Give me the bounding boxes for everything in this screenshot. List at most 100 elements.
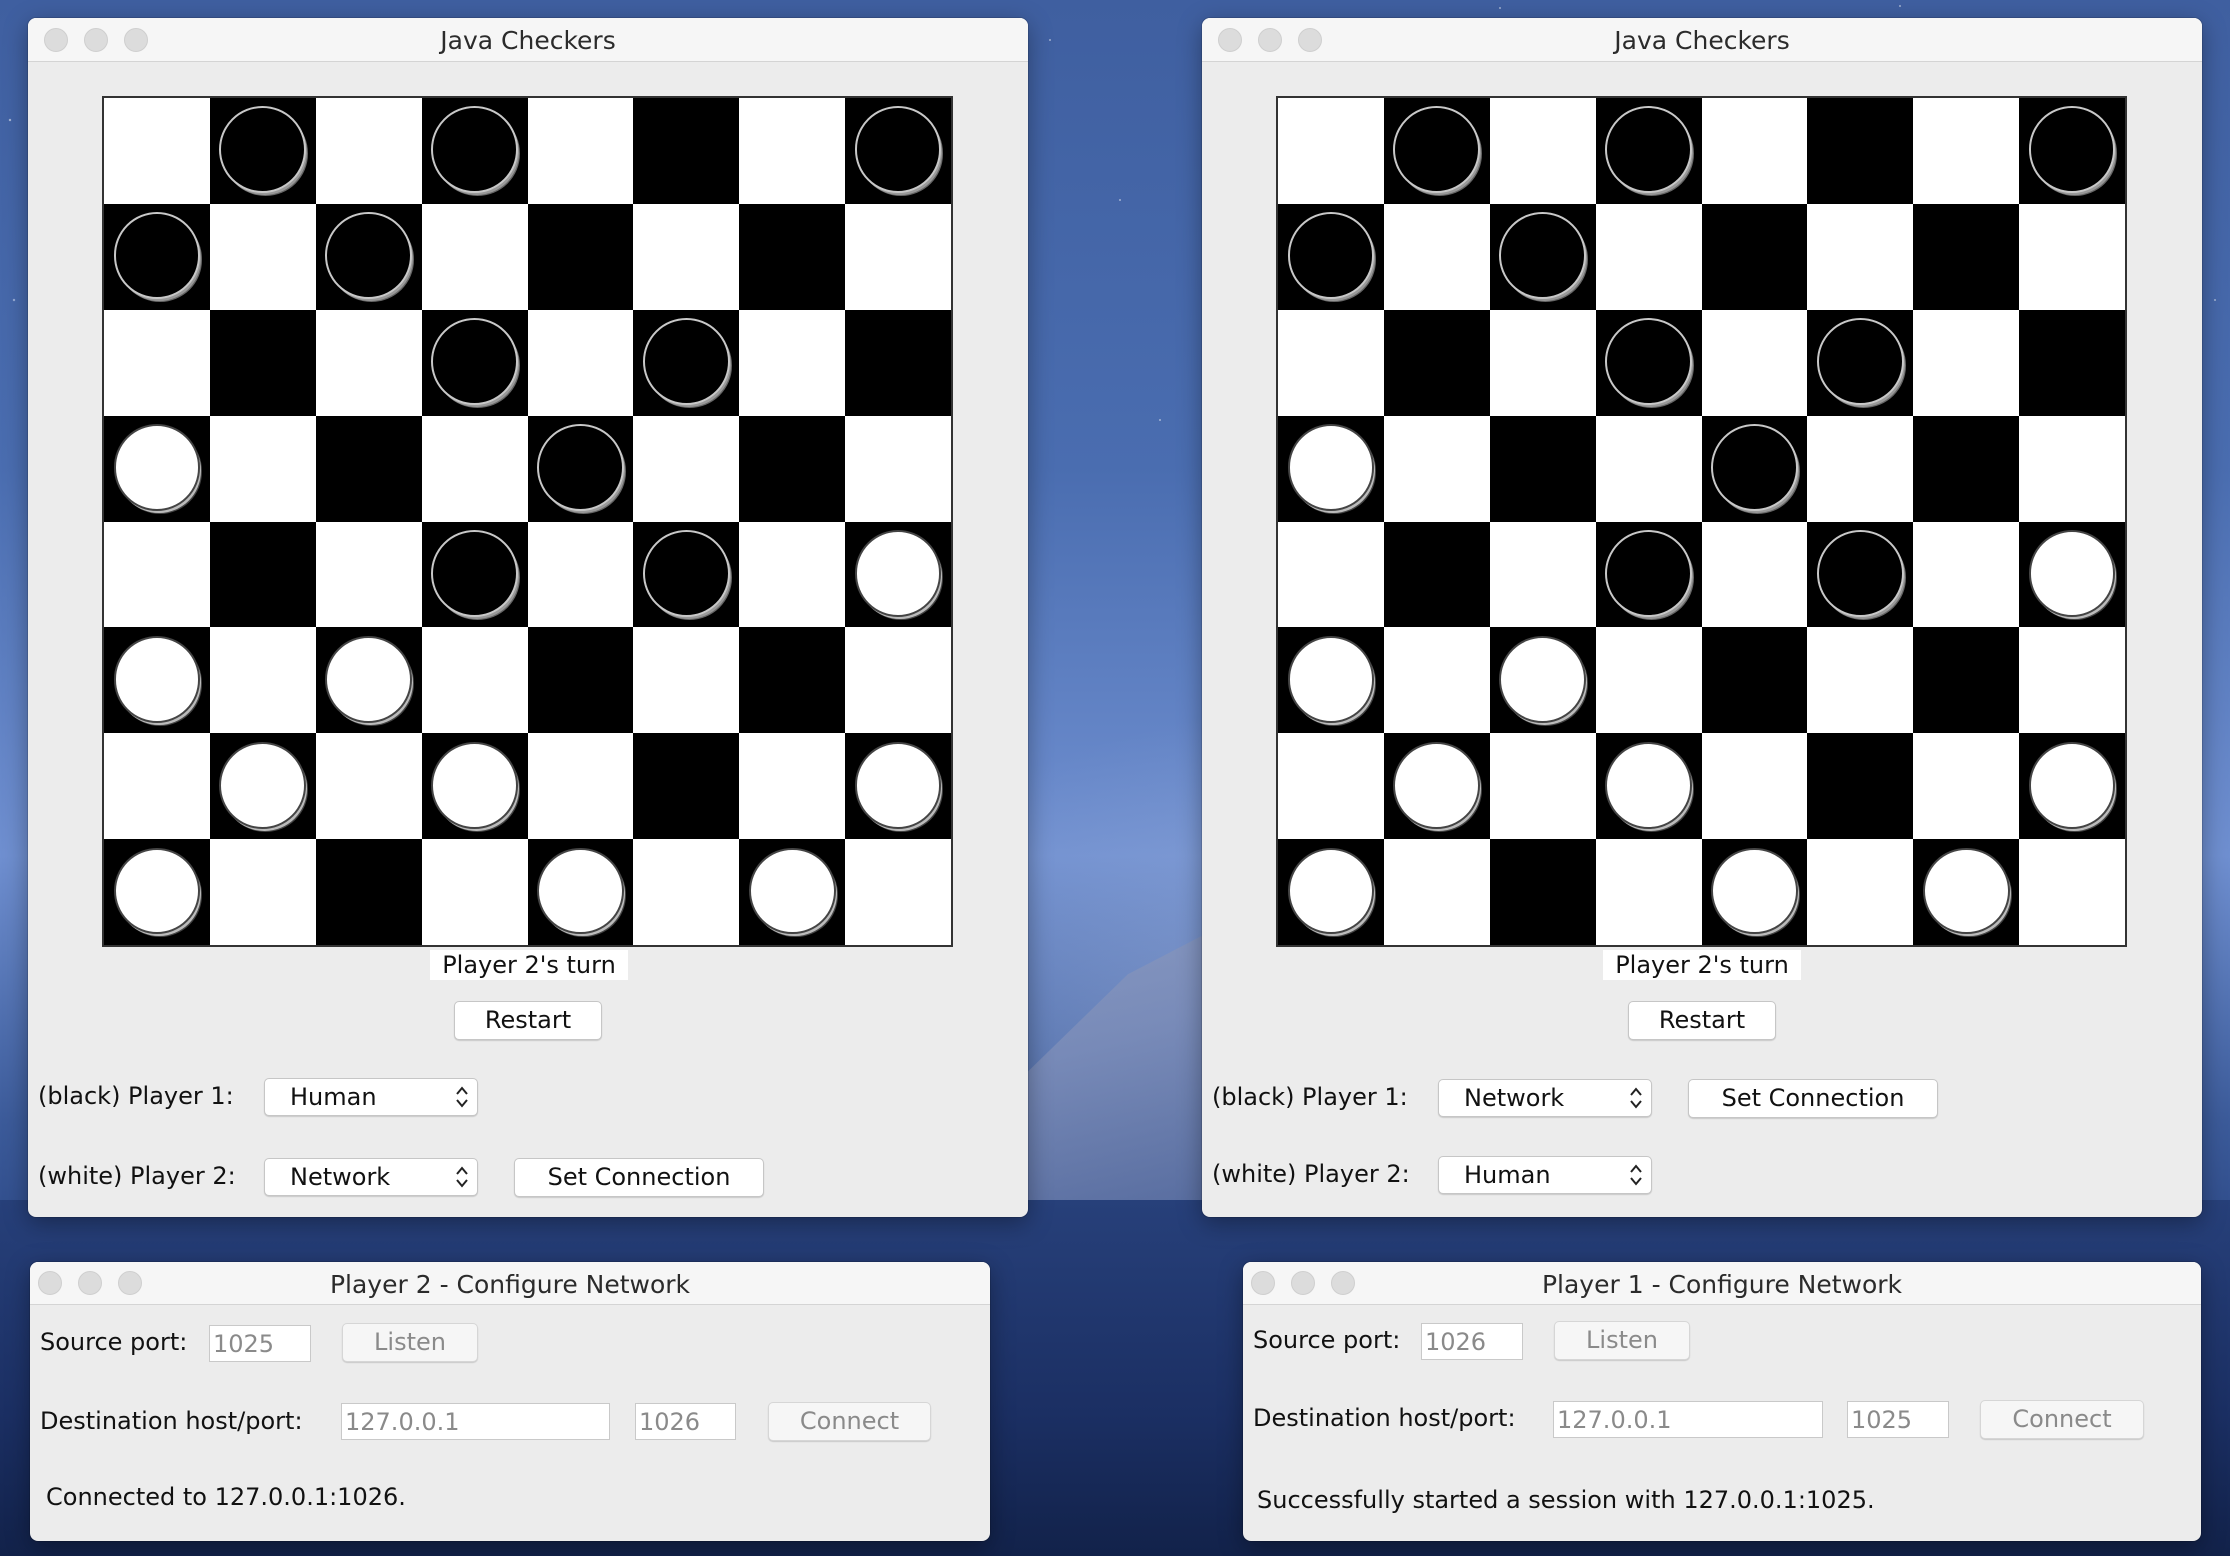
board-square-dark[interactable] [1278, 627, 1384, 734]
board-square-dark[interactable] [1807, 309, 1914, 416]
listen-button[interactable]: Listen [342, 1323, 478, 1362]
board-square-light[interactable] [1913, 98, 2020, 204]
white-checker-piece[interactable] [854, 529, 942, 617]
board-square-dark[interactable] [1489, 839, 1596, 945]
board-square-dark[interactable] [1701, 839, 1808, 945]
destination-host-input[interactable] [1553, 1401, 1823, 1438]
board-square-light[interactable] [1701, 521, 1808, 628]
destination-port-input[interactable] [635, 1403, 736, 1440]
board-square-dark[interactable] [1807, 733, 1914, 840]
board-square-light[interactable] [209, 203, 316, 310]
black-checker-piece[interactable] [1393, 106, 1481, 194]
board-square-light[interactable] [527, 98, 634, 204]
board-square-light[interactable] [1595, 627, 1702, 734]
board-square-light[interactable] [1807, 415, 1914, 522]
board-square-dark[interactable] [739, 627, 846, 734]
board-square-light[interactable] [1701, 733, 1808, 840]
source-port-input[interactable] [1421, 1323, 1523, 1360]
board-square-light[interactable] [1489, 733, 1596, 840]
board-square-dark[interactable] [845, 733, 951, 840]
black-checker-piece[interactable] [1287, 212, 1375, 300]
board-square-light[interactable] [2019, 415, 2125, 522]
board-square-dark[interactable] [527, 839, 634, 945]
board-square-dark[interactable] [527, 203, 634, 310]
board-square-light[interactable] [1595, 203, 1702, 310]
board-square-dark[interactable] [1701, 203, 1808, 310]
board-square-dark[interactable] [1489, 627, 1596, 734]
black-checker-piece[interactable] [1816, 318, 1904, 406]
board-square-light[interactable] [421, 415, 528, 522]
board-square-dark[interactable] [1383, 98, 1490, 204]
board-square-dark[interactable] [104, 203, 210, 310]
board-square-light[interactable] [1383, 415, 1490, 522]
black-checker-piece[interactable] [219, 106, 307, 194]
set-connection-button[interactable]: Set Connection [1688, 1079, 1938, 1118]
white-checker-piece[interactable] [1287, 847, 1375, 935]
white-checker-piece[interactable] [2028, 741, 2116, 829]
board-square-light[interactable] [739, 309, 846, 416]
board-square-dark[interactable] [739, 839, 846, 945]
board-square-dark[interactable] [1278, 839, 1384, 945]
board-square-light[interactable] [633, 203, 740, 310]
board-square-light[interactable] [1489, 309, 1596, 416]
white-checker-piece[interactable] [1922, 847, 2010, 935]
board-square-dark[interactable] [315, 839, 422, 945]
board-square-light[interactable] [633, 627, 740, 734]
board-square-dark[interactable] [1701, 415, 1808, 522]
board-square-dark[interactable] [633, 309, 740, 416]
board-square-light[interactable] [421, 839, 528, 945]
white-checker-piece[interactable] [748, 847, 836, 935]
board-square-dark[interactable] [209, 309, 316, 416]
restart-button[interactable]: Restart [454, 1001, 602, 1040]
board-square-light[interactable] [1807, 203, 1914, 310]
board-square-dark[interactable] [1595, 309, 1702, 416]
board-square-light[interactable] [1489, 521, 1596, 628]
board-square-dark[interactable] [1595, 521, 1702, 628]
board-square-dark[interactable] [2019, 98, 2125, 204]
board-square-dark[interactable] [315, 415, 422, 522]
board-square-dark[interactable] [1278, 203, 1384, 310]
board-square-dark[interactable] [1489, 415, 1596, 522]
board-square-light[interactable] [421, 203, 528, 310]
board-square-light[interactable] [845, 839, 951, 945]
board-square-light[interactable] [315, 98, 422, 204]
white-checker-piece[interactable] [1499, 635, 1587, 723]
black-checker-piece[interactable] [325, 212, 413, 300]
board-square-dark[interactable] [2019, 521, 2125, 628]
player2-type-select[interactable]: Human [1438, 1156, 1652, 1194]
white-checker-piece[interactable] [1287, 424, 1375, 511]
white-checker-piece[interactable] [219, 741, 307, 829]
board-square-dark[interactable] [1595, 733, 1702, 840]
black-checker-piece[interactable] [113, 212, 201, 300]
black-checker-piece[interactable] [1711, 424, 1798, 511]
white-checker-piece[interactable] [854, 741, 942, 829]
board-square-dark[interactable] [209, 521, 316, 628]
white-checker-piece[interactable] [537, 847, 624, 935]
destination-port-input[interactable] [1847, 1401, 1949, 1438]
board-square-light[interactable] [1489, 98, 1596, 204]
white-checker-piece[interactable] [1605, 741, 1692, 829]
white-checker-piece[interactable] [1393, 741, 1481, 829]
board-square-dark[interactable] [421, 733, 528, 840]
board-square-dark[interactable] [104, 627, 210, 734]
white-checker-piece[interactable] [325, 635, 413, 723]
board-square-dark[interactable] [845, 98, 951, 204]
board-square-dark[interactable] [104, 415, 210, 522]
player1-type-select[interactable]: Network [1438, 1079, 1652, 1117]
black-checker-piece[interactable] [854, 106, 942, 194]
board-square-dark[interactable] [1913, 839, 2020, 945]
checkers-board[interactable] [1276, 96, 2127, 947]
board-square-dark[interactable] [421, 98, 528, 204]
board-square-dark[interactable] [633, 98, 740, 204]
board-square-light[interactable] [2019, 627, 2125, 734]
white-checker-piece[interactable] [113, 847, 201, 935]
board-square-dark[interactable] [845, 309, 951, 416]
board-square-light[interactable] [1278, 733, 1384, 840]
white-checker-piece[interactable] [1287, 635, 1375, 723]
board-square-light[interactable] [1595, 839, 1702, 945]
board-square-light[interactable] [845, 627, 951, 734]
connect-button[interactable]: Connect [768, 1402, 931, 1441]
board-square-light[interactable] [1595, 415, 1702, 522]
board-square-dark[interactable] [1807, 98, 1914, 204]
black-checker-piece[interactable] [431, 106, 518, 194]
